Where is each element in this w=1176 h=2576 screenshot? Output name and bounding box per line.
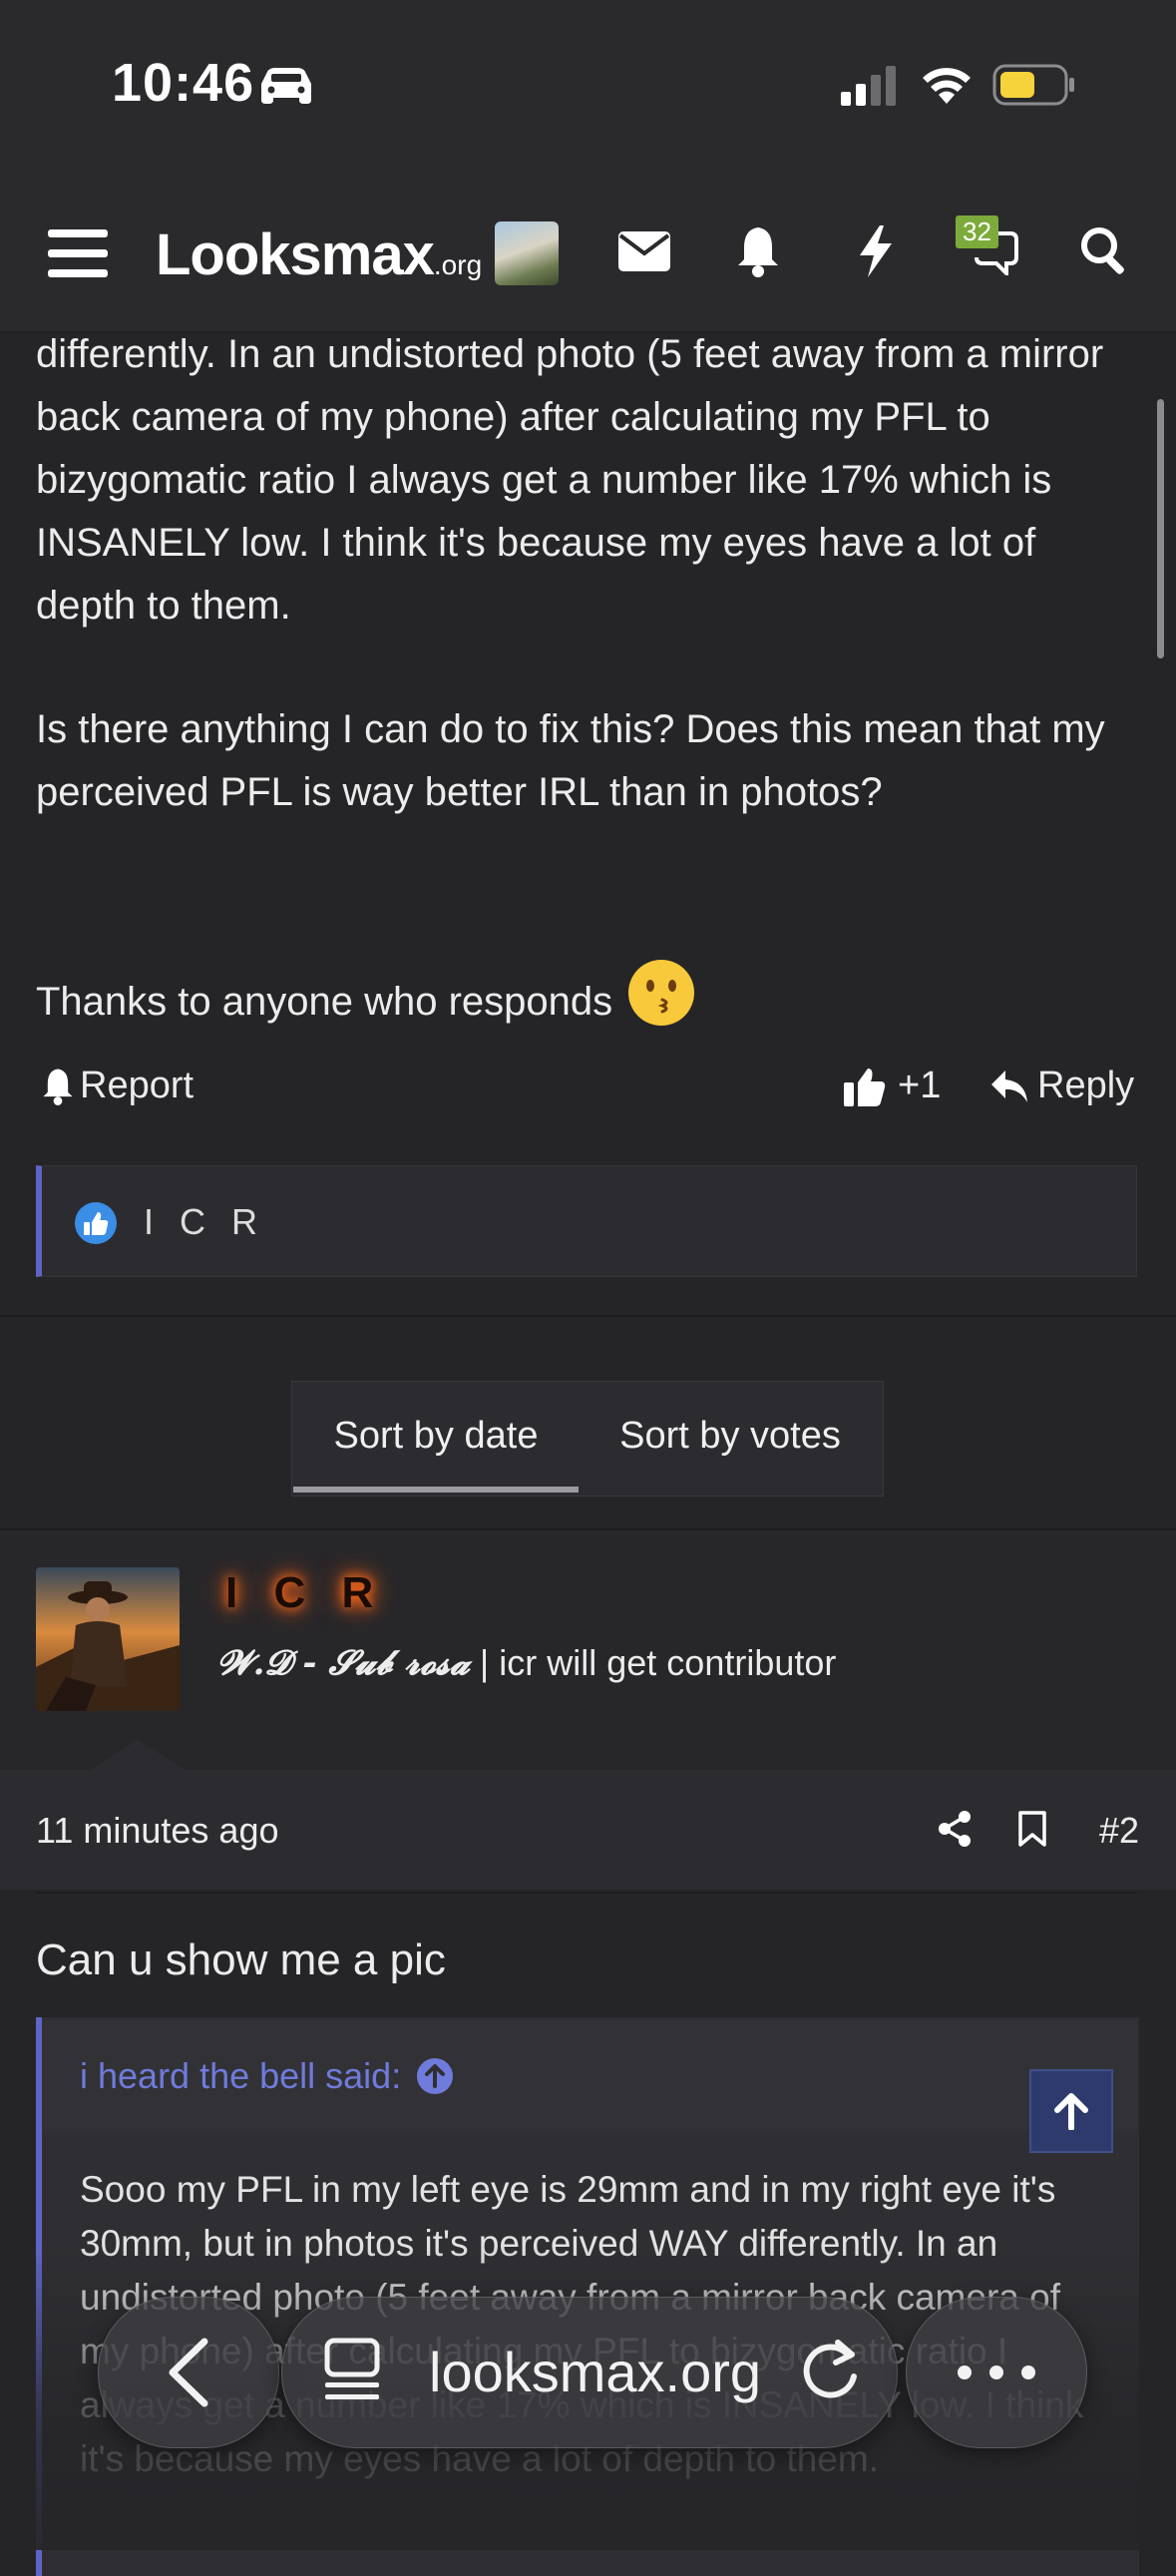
arrow-up-circle-icon	[417, 2058, 454, 2094]
chevron-left-icon	[169, 2338, 208, 2407]
reaction-user-name[interactable]: I C R	[144, 1201, 265, 1243]
site-logo[interactable]: Lᴏᴏksmax.org	[156, 221, 482, 288]
share-icon[interactable]	[938, 1811, 972, 1852]
bell-icon[interactable]	[736, 225, 780, 282]
arrow-up-icon	[1054, 2093, 1088, 2130]
like-button[interactable]: +1	[844, 1065, 941, 1107]
logo-text: Lᴏᴏksmax	[156, 222, 435, 287]
active-tab-indicator	[293, 1487, 579, 1493]
ellipsis-icon	[958, 2365, 1035, 2379]
tab-sort-by-date[interactable]: Sort by date	[295, 1415, 577, 1458]
bell-icon	[43, 1069, 73, 1105]
hamburger-menu-icon[interactable]	[48, 227, 108, 284]
battery-icon	[992, 64, 1076, 111]
quote-author-link[interactable]: i heard the bell said:	[80, 2055, 455, 2097]
tabs-icon[interactable]	[321, 2337, 383, 2407]
like-reaction-icon	[74, 1201, 118, 1250]
post-paragraph: differently. In an undistorted photo (5 …	[36, 332, 1104, 628]
quote-author-text: i heard the bell said:	[80, 2055, 402, 2096]
reply-arrow-icon	[991, 1070, 1027, 1102]
post-paragraph: Is there anything I can do to fix this? …	[36, 707, 1105, 814]
author-username[interactable]: I C R	[225, 1568, 385, 1618]
scrollbar[interactable]	[1157, 399, 1164, 658]
author-caret	[90, 1740, 186, 1770]
post-paragraph-text: Thanks to anyone who responds	[36, 980, 613, 1024]
status-time: 10:46	[112, 53, 255, 113]
like-count: +1	[898, 1065, 942, 1106]
report-label: Report	[80, 1065, 195, 1106]
conversations-count-badge: 32	[956, 215, 998, 248]
logo-suffix: .org	[433, 249, 483, 280]
reply-label: Reply	[1037, 1065, 1135, 1106]
scroll-to-top-button[interactable]	[1029, 2069, 1113, 2153]
post-number-link[interactable]: #2	[1099, 1810, 1139, 1852]
car-icon	[257, 66, 315, 111]
thumbs-up-icon	[844, 1068, 886, 1106]
report-button[interactable]: Report	[42, 1065, 194, 1107]
author-title-fancy: 𝓦.𝓓 - 𝓢𝓾𝓫 𝓻𝓸𝓼𝓪	[217, 1643, 470, 1683]
reload-icon[interactable]	[798, 2337, 862, 2407]
more-options-button[interactable]	[906, 2297, 1087, 2448]
author-user-title: 𝓦.𝓓 - 𝓢𝓾𝓫 𝓻𝓸𝓼𝓪 | icr will get contributo…	[217, 1642, 836, 1684]
envelope-icon[interactable]	[618, 231, 670, 276]
kissing-face-emoji-icon	[626, 958, 696, 1047]
author-avatar[interactable]	[36, 1567, 180, 1711]
search-icon[interactable]	[1079, 225, 1129, 280]
post-paragraph: Thanks to anyone who responds	[36, 958, 1143, 1047]
author-title-text: | icr will get contributor	[479, 1642, 837, 1683]
url-text[interactable]: looksmax.org	[429, 2340, 761, 2404]
divider	[36, 1892, 1137, 1894]
reply-button[interactable]: Reply	[989, 1065, 1134, 1107]
post-timestamp[interactable]: 11 minutes ago	[36, 1810, 279, 1852]
user-avatar[interactable]	[495, 221, 559, 285]
wifi-icon	[920, 60, 974, 111]
bookmark-icon[interactable]	[1017, 1811, 1047, 1852]
cellular-signal-icon	[841, 64, 899, 111]
post-message: Can u show me a pic	[36, 1935, 446, 1984]
browser-back-button[interactable]	[98, 2297, 279, 2448]
tab-sort-by-votes[interactable]: Sort by votes	[583, 1415, 878, 1458]
divider	[0, 1315, 1176, 1317]
lightning-bolt-icon[interactable]	[856, 223, 896, 284]
